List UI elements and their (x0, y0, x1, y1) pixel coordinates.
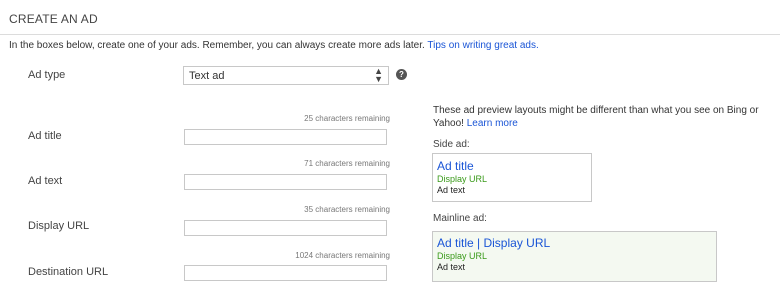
title-divider (0, 34, 780, 35)
ad-type-label: Ad type (28, 69, 66, 81)
learn-more-link[interactable]: Learn more (467, 118, 518, 129)
intro-text: In the boxes below, create one of your a… (9, 40, 539, 51)
side-ad-display-url: Display URL (437, 174, 488, 184)
mainline-ad-preview: Ad title | Display URL Display URL Ad te… (432, 231, 717, 282)
display-url-label: Display URL (28, 220, 90, 232)
mainline-ad-display-url: Display URL (437, 251, 488, 261)
display-url-remaining: 35 characters remaining (304, 205, 390, 214)
side-ad-label: Side ad: (433, 139, 470, 150)
intro-sentence: In the boxes below, create one of your a… (9, 40, 428, 51)
ad-text-label: Ad text (28, 175, 63, 187)
display-url-input[interactable] (184, 220, 387, 236)
ad-title-remaining: 25 characters remaining (304, 114, 390, 123)
destination-url-input[interactable] (184, 265, 387, 281)
ad-text-input[interactable] (184, 174, 387, 190)
destination-url-remaining: 1024 characters remaining (295, 251, 390, 260)
destination-url-label: Destination URL (28, 266, 109, 278)
ad-title-input[interactable] (184, 129, 387, 145)
mainline-ad-text: Ad text (437, 262, 466, 272)
mainline-ad-label: Mainline ad: (433, 213, 487, 224)
select-arrows-icon: ▲ ▼ (374, 66, 383, 84)
ad-type-select[interactable]: Text ad ▲ ▼ (183, 66, 389, 85)
ad-text-remaining: 71 characters remaining (304, 159, 390, 168)
side-ad-title: Ad title (437, 159, 474, 173)
mainline-ad-title: Ad title | Display URL (437, 236, 551, 250)
page-title: CREATE AN AD (9, 12, 98, 26)
preview-note: These ad preview layouts might be differ… (433, 104, 763, 130)
ad-type-value: Text ad (189, 70, 225, 82)
side-ad-text: Ad text (437, 185, 466, 195)
ad-title-label: Ad title (28, 130, 62, 142)
side-ad-preview: Ad title Display URL Ad text (432, 153, 592, 202)
tips-link[interactable]: Tips on writing great ads. (427, 40, 538, 51)
question-icon[interactable]: ? (396, 69, 407, 80)
